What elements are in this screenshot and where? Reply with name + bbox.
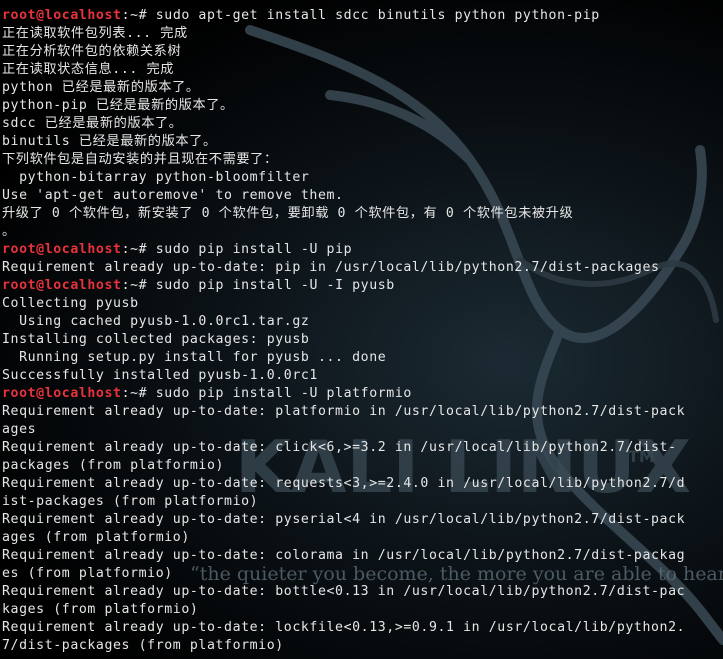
output-line: Requirement already up-to-date: pyserial… <box>2 512 686 527</box>
output-line: python-pip 已经是最新的版本了。 <box>2 98 234 113</box>
terminal-output[interactable]: root@localhost:~# sudo apt-get install s… <box>2 7 723 655</box>
output-line: Requirement already up-to-date: requests… <box>2 476 686 491</box>
command-line: root@localhost:~# sudo pip install -U pi… <box>2 241 723 259</box>
output-line: 升级了 0 个软件包，新安装了 0 个软件包，要卸载 0 个软件包，有 0 个软… <box>2 206 574 221</box>
output-line: Successfully installed pyusb-1.0.0rc1 <box>2 368 318 383</box>
output-line: 7/dist-packages (from platformio) <box>2 638 284 653</box>
prompt-user-host: root@localhost <box>2 242 122 257</box>
output-line: python 已经是最新的版本了。 <box>2 80 200 95</box>
output-line: binutils 已经是最新的版本了。 <box>2 134 217 149</box>
output-line: sdcc 已经是最新的版本了。 <box>2 116 183 131</box>
output-line: Collecting pyusb <box>2 296 139 311</box>
prompt-user-host: root@localhost <box>2 8 122 23</box>
command-line: root@localhost:~# sudo pip install -U -I… <box>2 277 723 295</box>
output-line: python-bitarray python-bloomfilter <box>2 170 310 185</box>
output-line: Installing collected packages: pyusb <box>2 332 310 347</box>
prompt-symbol: :~# <box>121 8 156 23</box>
output-line: kages (from platformio) <box>2 602 199 617</box>
command-text: sudo apt-get install sdcc binutils pytho… <box>155 8 600 23</box>
terminal-window[interactable]: KALI LINUX TM “the quieter you become, t… <box>0 0 723 659</box>
output-line: Requirement already up-to-date: pip in /… <box>2 260 660 275</box>
prompt-symbol: :~# <box>121 386 156 401</box>
prompt-user-host: root@localhost <box>2 386 122 401</box>
output-line: Requirement already up-to-date: colorama… <box>2 548 686 563</box>
output-line: Requirement already up-to-date: click<6,… <box>2 440 677 455</box>
command-text: sudo pip install -U platformio <box>155 386 412 401</box>
output-line: 正在分析软件包的依赖关系树 <box>2 44 182 59</box>
output-line: 下列软件包是自动安装的并且现在不需要了： <box>2 152 278 167</box>
output-line: ist-packages (from platformio) <box>2 494 259 509</box>
output-line: 正在读取状态信息... 完成 <box>2 62 175 77</box>
command-line: root@localhost:~# sudo pip install -U pl… <box>2 385 723 403</box>
output-line: Using cached pyusb-1.0.0rc1.tar.gz <box>2 314 310 329</box>
prompt-symbol: :~# <box>121 278 156 293</box>
output-line: Requirement already up-to-date: platform… <box>2 404 686 419</box>
command-line: root@localhost:~# sudo apt-get install s… <box>2 7 723 25</box>
prompt-user-host: root@localhost <box>2 278 122 293</box>
output-line: Requirement already up-to-date: lockfile… <box>2 620 686 635</box>
command-text: sudo pip install -U pip <box>155 242 353 257</box>
output-line: Requirement already up-to-date: bottle<0… <box>2 584 686 599</box>
output-line: 。 <box>2 224 16 239</box>
output-line: Running setup.py install for pyusb ... d… <box>2 350 387 365</box>
output-line: Use 'apt-get autoremove' to remove them. <box>2 188 344 203</box>
output-line: ages <box>2 422 37 437</box>
output-line: es (from platformio) <box>2 566 173 581</box>
prompt-symbol: :~# <box>121 242 156 257</box>
output-line: packages (from platformio) <box>2 458 225 473</box>
output-line: ages (from platformio) <box>2 530 190 545</box>
command-text: sudo pip install -U -I pyusb <box>155 278 395 293</box>
output-line: 正在读取软件包列表... 完成 <box>2 26 188 41</box>
